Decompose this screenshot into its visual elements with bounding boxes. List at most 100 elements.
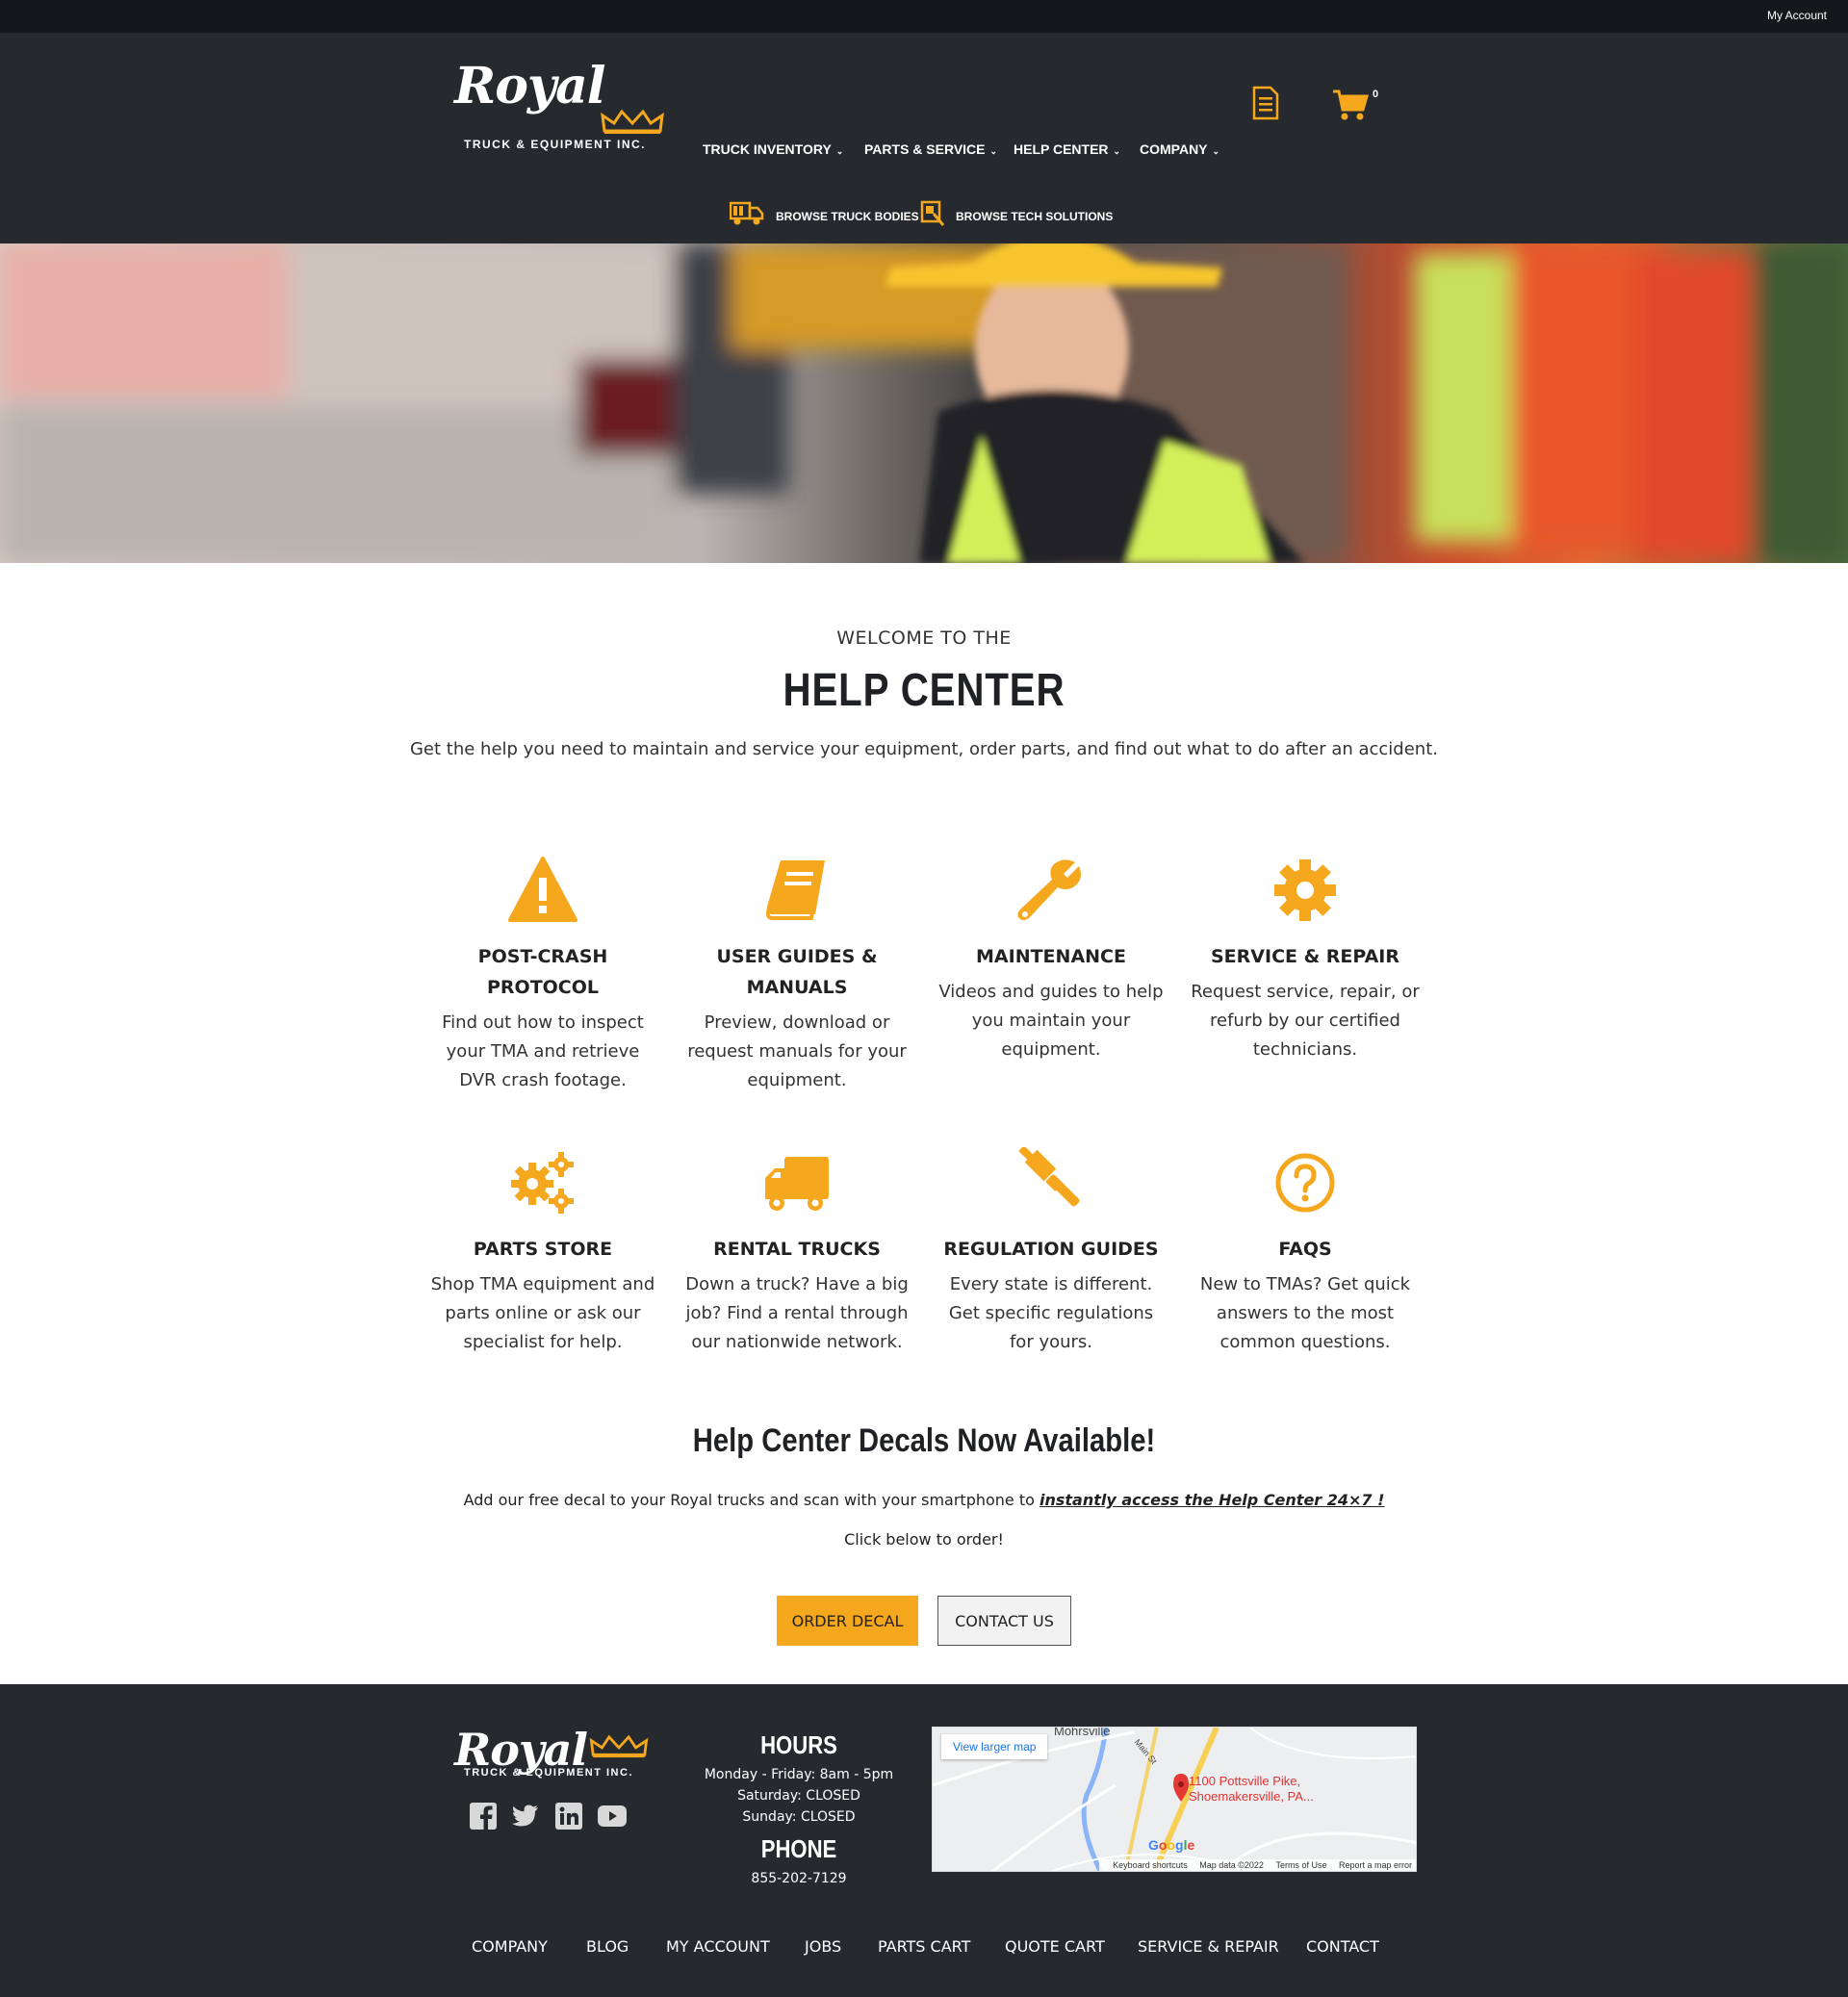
- warning-icon: [508, 857, 578, 922]
- card-user-guides[interactable]: USER GUIDES & MANUALS Preview, download …: [681, 855, 912, 1095]
- nav-company[interactable]: COMPANY ⌄: [1140, 141, 1219, 157]
- question-icon: [1275, 1153, 1335, 1213]
- hero-illustration: [0, 243, 1848, 563]
- facebook-icon[interactable]: [470, 1803, 497, 1830]
- card-text: Down a truck? Have a big job? Find a ren…: [685, 1274, 909, 1352]
- card-text: Shop TMA equipment and parts online or a…: [430, 1274, 655, 1352]
- footer-link-my-account[interactable]: MY ACCOUNT: [666, 1937, 770, 1956]
- hours-heading: HOURS: [760, 1730, 837, 1759]
- nav-label: COMPANY: [1140, 141, 1208, 157]
- hours-weekdays: Monday - Friday: 8am - 5pm: [704, 1767, 894, 1782]
- phone-number[interactable]: 855-202-7129: [654, 1871, 943, 1886]
- footer-logo[interactable]: Royal TRUCK & EQUIPMENT INC.: [454, 1724, 649, 1785]
- quote-cart-icon[interactable]: [1251, 86, 1280, 120]
- site-logo[interactable]: Royal TRUCK & EQUIPMENT INC.: [454, 57, 666, 150]
- intro-text: Get the help you need to maintain and se…: [409, 739, 1438, 759]
- footer-nav: COMPANY BLOG MY ACCOUNT JOBS PARTS CART …: [0, 1937, 1848, 1959]
- map-address: 1100 Pottsville Pike, Shoemakersville, P…: [1189, 1774, 1314, 1805]
- linkedin-icon[interactable]: [555, 1803, 582, 1830]
- card-title: REGULATION GUIDES: [943, 1239, 1159, 1260]
- map-place-label: Mohrsville: [1054, 1727, 1111, 1738]
- footer-link-quote-cart[interactable]: QUOTE CART: [1005, 1937, 1105, 1956]
- card-title: PARTS STORE: [473, 1239, 613, 1260]
- card-title: USER GUIDES & MANUALS: [716, 946, 878, 998]
- decals-click-text: Click below to order!: [844, 1530, 1004, 1549]
- terms-of-use-link[interactable]: Terms of Use: [1275, 1860, 1326, 1870]
- phone-heading: PHONE: [760, 1834, 837, 1863]
- my-account-link[interactable]: My Account: [1767, 9, 1827, 22]
- crown-icon: [601, 110, 664, 134]
- logo-subtitle: TRUCK & EQUIPMENT INC.: [464, 1767, 633, 1779]
- contact-us-button[interactable]: CONTACT US: [937, 1596, 1071, 1646]
- card-title: FAQS: [1278, 1239, 1332, 1260]
- intro-kicker: WELCOME TO THE: [836, 627, 1012, 649]
- nav-truck-inventory[interactable]: TRUCK INVENTORY ⌄: [703, 141, 843, 157]
- chevron-down-icon: ⌄: [835, 146, 844, 156]
- card-title: MAINTENANCE: [976, 946, 1126, 967]
- nav-help-center[interactable]: HELP CENTER ⌄: [1014, 141, 1120, 157]
- map-address-line2: Shoemakersville, PA...: [1189, 1789, 1314, 1804]
- help-center-24x7-link[interactable]: instantly access the Help Center 24×7 !: [1040, 1491, 1384, 1509]
- card-text: Videos and guides to help you maintain y…: [938, 982, 1164, 1060]
- shopping-cart-icon[interactable]: [1332, 89, 1369, 121]
- keyboard-shortcuts-link[interactable]: Keyboard shortcuts: [1113, 1860, 1188, 1870]
- view-larger-map-link[interactable]: View larger map: [941, 1734, 1048, 1759]
- card-post-crash[interactable]: POST-CRASH PROTOCOL Find out how to insp…: [427, 855, 658, 1095]
- nav-parts-service[interactable]: PARTS & SERVICE ⌄: [864, 141, 997, 157]
- footer-link-blog[interactable]: BLOG: [586, 1937, 629, 1956]
- nav-label: TRUCK INVENTORY: [703, 141, 832, 157]
- browse-truck-bodies-link[interactable]: BROWSE TRUCK BODIES: [776, 210, 919, 223]
- card-service-repair[interactable]: SERVICE & REPAIR Request service, repair…: [1190, 855, 1421, 1064]
- twitter-icon[interactable]: [512, 1805, 539, 1828]
- decals-text-lead: Add our free decal to your Royal trucks …: [463, 1491, 1040, 1509]
- card-text: Every state is different. Get specific r…: [948, 1274, 1154, 1352]
- map-data-label: Map data ©2022: [1199, 1860, 1264, 1870]
- map-address-line1: 1100 Pottsville Pike,: [1189, 1774, 1301, 1788]
- card-maintenance[interactable]: MAINTENANCE Videos and guides to help yo…: [936, 855, 1167, 1064]
- browse-tech-solutions-link[interactable]: BROWSE TECH SOLUTIONS: [956, 210, 1113, 223]
- hero-image: [0, 243, 1848, 563]
- nav-label: PARTS & SERVICE: [864, 141, 986, 157]
- footer-link-company[interactable]: COMPANY: [472, 1937, 548, 1956]
- card-regulation-guides[interactable]: REGULATION GUIDES Every state is differe…: [936, 1147, 1167, 1357]
- cart-count-badge: 0: [1373, 89, 1379, 100]
- card-faqs[interactable]: FAQS New to TMAs? Get quick answers to t…: [1190, 1147, 1421, 1357]
- card-rental-trucks[interactable]: RENTAL TRUCKS Down a truck? Have a big j…: [681, 1147, 912, 1357]
- card-title: RENTAL TRUCKS: [713, 1239, 881, 1260]
- card-text: Find out how to inspect your TMA and ret…: [442, 1012, 644, 1090]
- report-map-error-link[interactable]: Report a map error: [1339, 1860, 1412, 1870]
- location-map[interactable]: View larger map Mohrsville Main St 1100 …: [932, 1727, 1417, 1872]
- site-header: Royal TRUCK & EQUIPMENT INC. TRUCK INVEN…: [0, 33, 1848, 243]
- chevron-down-icon: ⌄: [1113, 146, 1121, 156]
- google-logo: Google: [1148, 1837, 1195, 1853]
- footer-link-parts-cart[interactable]: PARTS CART: [878, 1937, 970, 1956]
- truck-icon: [765, 1157, 829, 1211]
- card-parts-store[interactable]: PARTS STORE Shop TMA equipment and parts…: [427, 1147, 658, 1357]
- wrench-icon: [1017, 859, 1081, 920]
- gavel-icon: [1018, 1147, 1080, 1207]
- crown-icon: [589, 1735, 649, 1758]
- hours-saturday: Saturday: CLOSED: [737, 1788, 860, 1804]
- footer-link-service-repair[interactable]: SERVICE & REPAIR: [1138, 1937, 1279, 1956]
- footer-link-jobs[interactable]: JOBS: [805, 1937, 841, 1956]
- decals-title: Help Center Decals Now Available!: [692, 1422, 1156, 1459]
- page-title: HELP CENTER: [783, 665, 1065, 716]
- hours-sunday: Sunday: CLOSED: [742, 1809, 856, 1825]
- card-text: Request service, repair, or refurb by ou…: [1191, 982, 1420, 1060]
- truck-body-icon[interactable]: [730, 200, 764, 227]
- card-title: POST-CRASH PROTOCOL: [477, 946, 608, 998]
- map-attribution: Keyboard shortcuts Map data ©2022 Terms …: [1099, 1859, 1416, 1871]
- book-icon: [765, 860, 825, 920]
- card-text: Preview, download or request manuals for…: [687, 1012, 907, 1090]
- nav-label: HELP CENTER: [1014, 141, 1109, 157]
- order-decal-button[interactable]: ORDER DECAL: [777, 1596, 918, 1646]
- logo-script: Royal: [454, 57, 606, 115]
- decals-text: Add our free decal to your Royal trucks …: [0, 1491, 1848, 1509]
- gears-icon: [511, 1152, 574, 1214]
- logo-script: Royal: [454, 1724, 588, 1776]
- tech-solutions-icon[interactable]: [920, 200, 945, 227]
- footer-link-contact[interactable]: CONTACT: [1306, 1937, 1379, 1956]
- card-title: SERVICE & REPAIR: [1211, 946, 1399, 967]
- youtube-icon[interactable]: [598, 1805, 627, 1827]
- gear-icon: [1274, 859, 1336, 921]
